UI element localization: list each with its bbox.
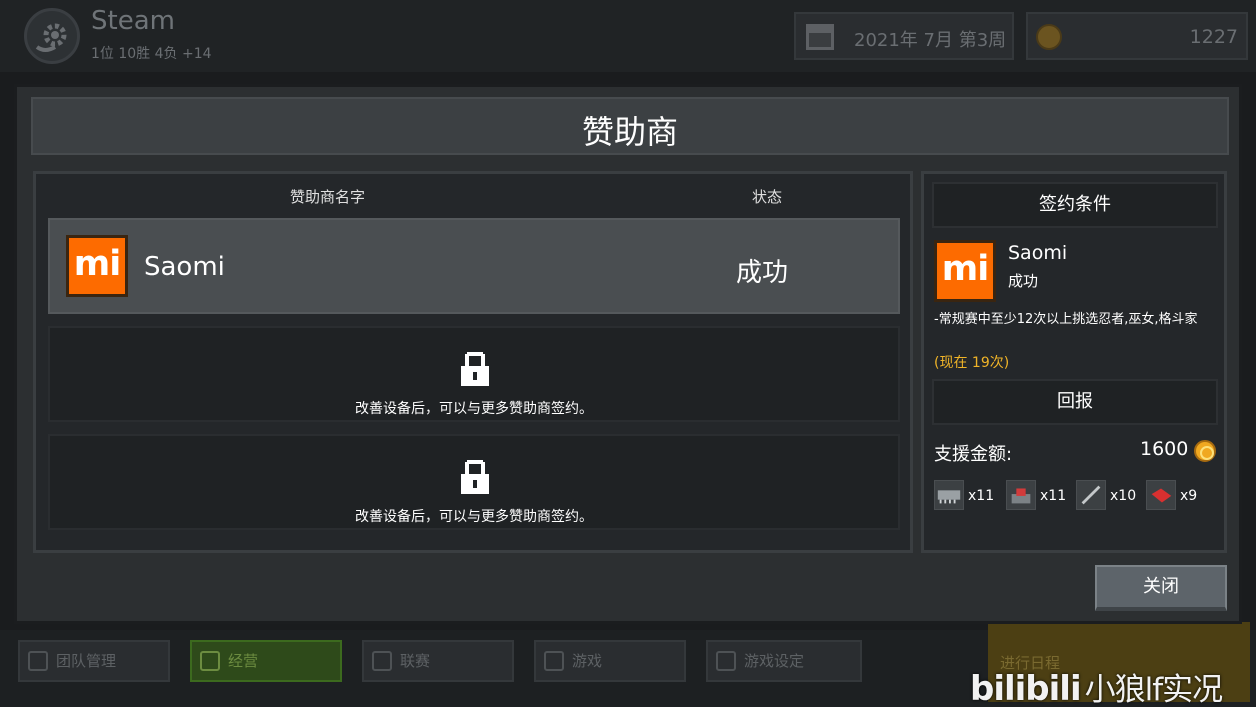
- top-bar: Steam 1位 10胜 4负 +14 2021年 7月 第3周 1227: [0, 0, 1256, 72]
- reward-qty: x10: [1110, 488, 1137, 504]
- joystick-icon: [1006, 480, 1036, 510]
- watermark-author: 小狼lf实况: [1084, 672, 1224, 707]
- coin-icon: [1194, 440, 1216, 462]
- conditions-header: 签约条件: [932, 182, 1218, 228]
- watermark-brand: bilibili: [970, 669, 1082, 707]
- detail-sponsor-name: Saomi: [1008, 242, 1068, 264]
- reward-qty: x11: [968, 488, 995, 504]
- locked-sponsor-slot: 改善设备后，可以与更多赞助商签约。: [48, 434, 900, 530]
- sponsor-modal: 赞助商 赞助商名字 状态 mi Saomi 成功 改善设备后，可以与更多赞助商签…: [14, 84, 1242, 624]
- reward-qty: x9: [1180, 488, 1198, 504]
- lock-icon: [461, 460, 489, 494]
- condition-progress: (现在 19次): [934, 355, 1010, 371]
- calendar-icon: [806, 24, 834, 50]
- support-amount-value: 1600: [1140, 438, 1189, 460]
- nav-league[interactable]: 联赛: [362, 640, 514, 682]
- detail-sponsor-status: 成功: [1008, 272, 1039, 290]
- logo-text: mi: [941, 249, 989, 289]
- column-header-name: 赞助商名字: [290, 188, 366, 206]
- locked-message: 改善设备后，可以与更多赞助商签约。: [355, 509, 593, 525]
- nav-operations[interactable]: 经营: [190, 640, 342, 682]
- gear-icon: [716, 651, 736, 671]
- sponsor-list: 赞助商名字 状态 mi Saomi 成功 改善设备后，可以与更多赞助商签约。 改…: [33, 171, 913, 553]
- nav-game-settings[interactable]: 游戏设定: [706, 640, 862, 682]
- sponsor-status: 成功: [736, 258, 789, 288]
- watermark: bilibili 小狼lf实况: [970, 664, 1224, 707]
- nav-label: 联赛: [400, 652, 431, 670]
- shield-icon: [28, 651, 48, 671]
- close-button[interactable]: 关闭: [1095, 565, 1227, 611]
- trophy-icon: [372, 651, 392, 671]
- document-icon: [200, 651, 220, 671]
- sponsor-row-saomi[interactable]: mi Saomi 成功: [48, 218, 900, 314]
- contract-condition: -常规赛中至少12次以上挑选忍者,巫女,格斗家: [934, 312, 1198, 327]
- coin-icon: [1036, 24, 1062, 50]
- lock-icon: [461, 352, 489, 386]
- nav-games[interactable]: 游戏: [534, 640, 686, 682]
- team-record: 1位 10胜 4负 +14: [91, 46, 212, 62]
- reward-qty: x11: [1040, 488, 1067, 504]
- nav-label: 团队管理: [56, 652, 117, 670]
- locked-sponsor-slot: 改善设备后，可以与更多赞助商签约。: [48, 326, 900, 422]
- logo-text: mi: [73, 244, 121, 284]
- nav-team-management[interactable]: 团队管理: [18, 640, 170, 682]
- date-display: 2021年 7月 第3周: [794, 12, 1014, 60]
- locked-message: 改善设备后，可以与更多赞助商签约。: [355, 401, 593, 417]
- gamepad-icon: [544, 651, 564, 671]
- date-text: 2021年 7月 第3周: [854, 30, 1007, 51]
- circuit-board-icon: [934, 480, 964, 510]
- support-amount-label: 支援金额:: [934, 444, 1013, 465]
- nav-label: 游戏: [572, 652, 603, 670]
- nav-label: 经营: [228, 652, 259, 670]
- coin-count: 1227: [1189, 26, 1238, 48]
- sponsor-name: Saomi: [144, 252, 225, 282]
- coin-display: 1227: [1026, 12, 1248, 60]
- modal-title: 赞助商: [581, 113, 678, 151]
- sponsor-logo: mi: [66, 235, 128, 297]
- team-logo: [24, 8, 80, 64]
- red-book-icon: [1146, 480, 1176, 510]
- team-name: Steam: [91, 6, 175, 36]
- gear-icon: [35, 23, 67, 52]
- pen-icon: [1076, 480, 1106, 510]
- sponsor-detail: 签约条件 mi Saomi 成功 -常规赛中至少12次以上挑选忍者,巫女,格斗家…: [921, 171, 1227, 553]
- sponsor-logo: mi: [934, 240, 996, 302]
- column-header-status: 状态: [752, 188, 783, 206]
- modal-header: 赞助商: [31, 97, 1229, 155]
- reward-header: 回报: [932, 379, 1218, 425]
- nav-label: 游戏设定: [744, 652, 805, 670]
